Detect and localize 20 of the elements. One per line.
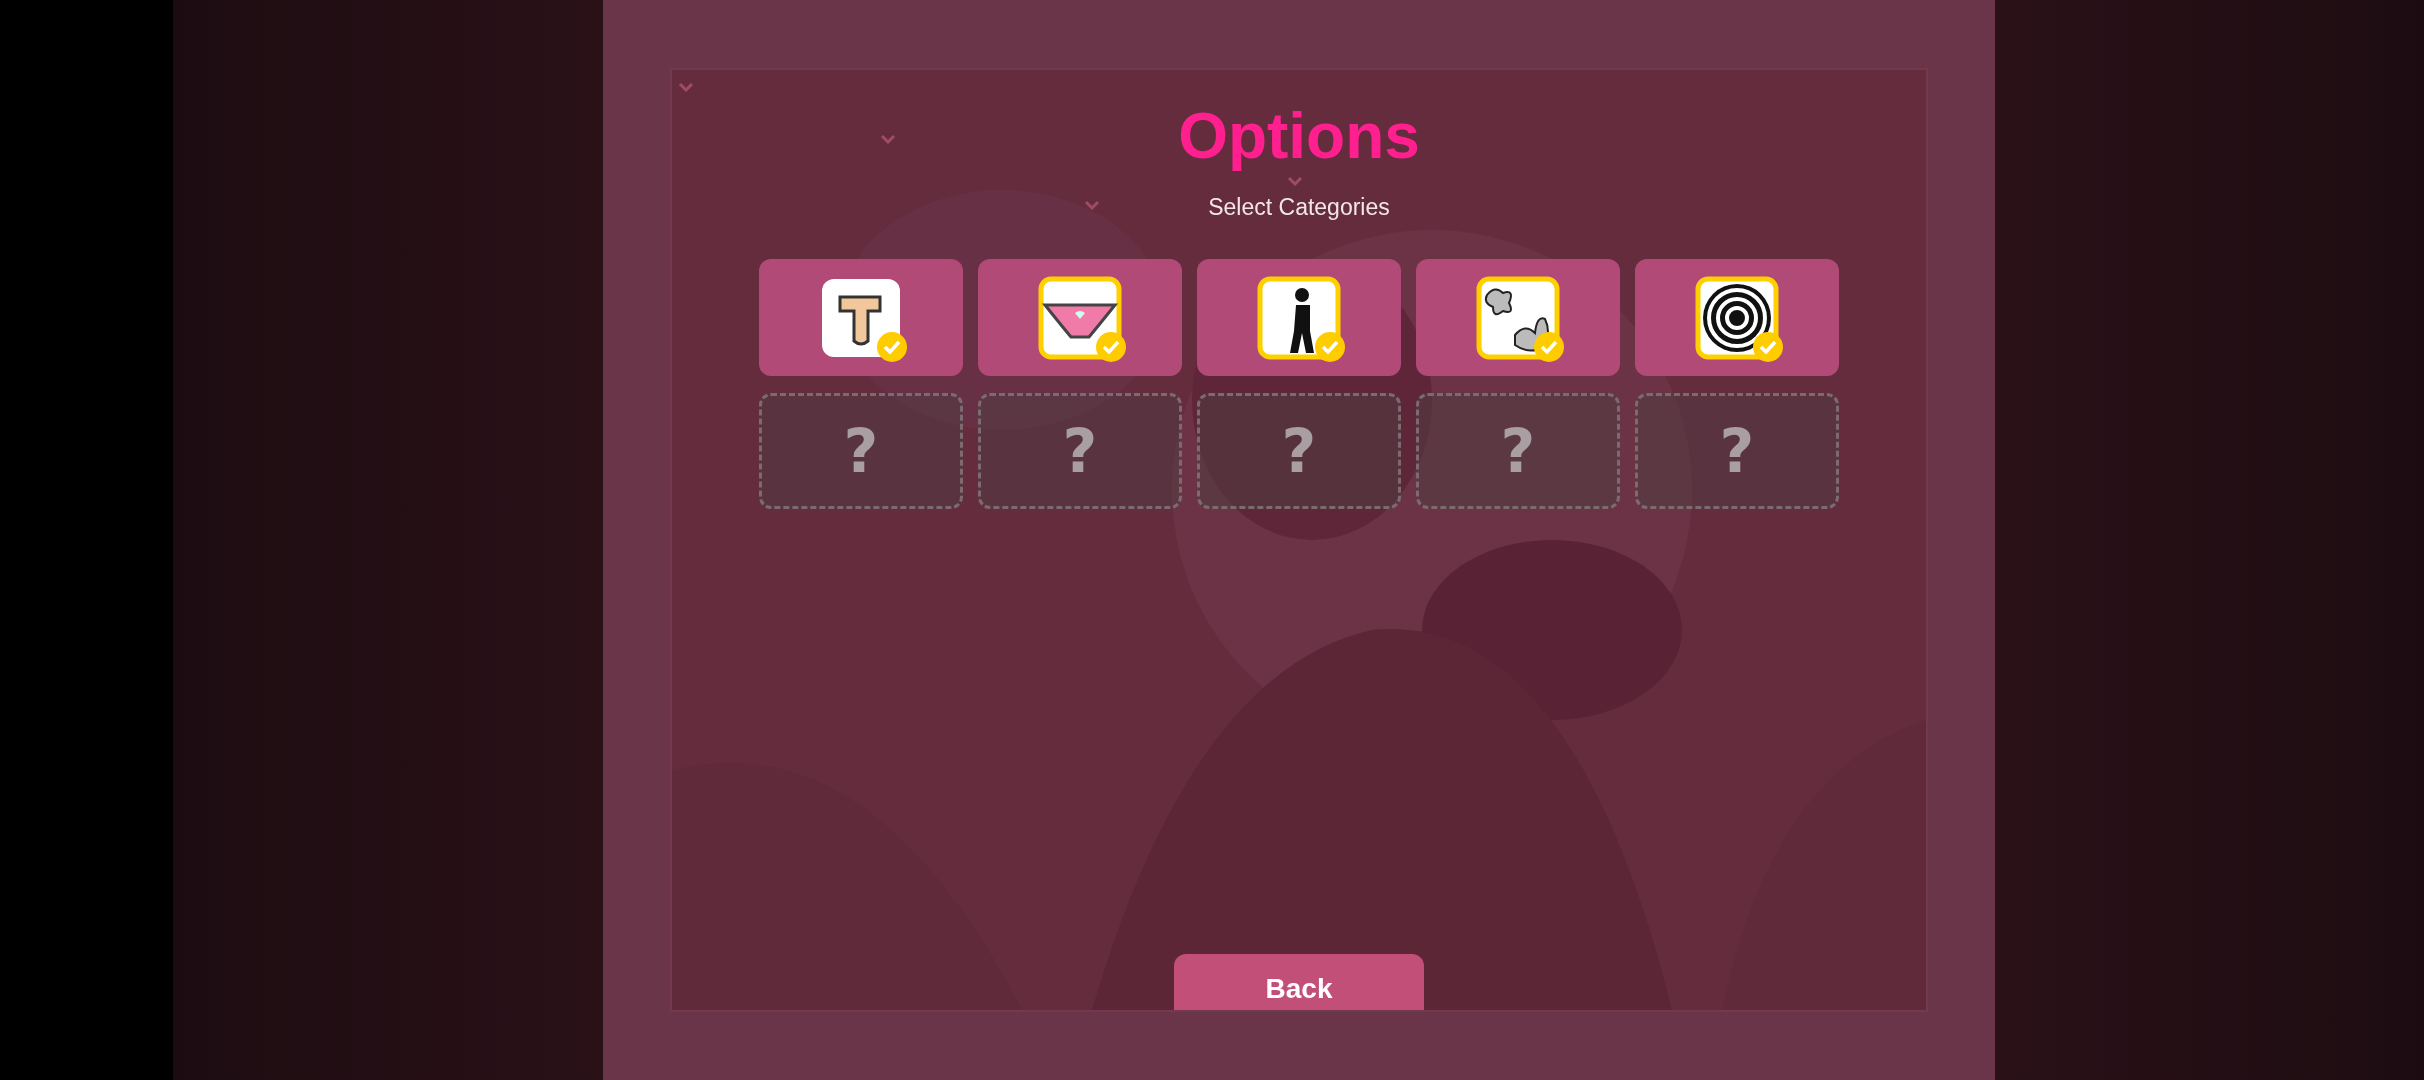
- subtitle: Select Categories: [1208, 194, 1390, 221]
- chevron-icon: [1084, 200, 1100, 210]
- underwear-icon: [1037, 274, 1123, 361]
- category-tile[interactable]: [759, 259, 963, 376]
- back-button[interactable]: Back: [1174, 954, 1424, 1010]
- category-tile[interactable]: [978, 259, 1182, 376]
- category-tile[interactable]: [1635, 259, 1839, 376]
- chevron-icon: [880, 134, 896, 144]
- locked-tile: ?: [1635, 393, 1839, 509]
- chevron-icon: [1287, 176, 1303, 186]
- locked-tile: ?: [1197, 393, 1401, 509]
- category-tile[interactable]: [1416, 259, 1620, 376]
- locked-tile: ?: [759, 393, 963, 509]
- category-tile[interactable]: [1197, 259, 1401, 376]
- blobs-icon: [1475, 274, 1561, 361]
- figure-icon: [1256, 274, 1342, 361]
- chevron-icon: [678, 82, 694, 92]
- spiral-icon: [1694, 274, 1780, 361]
- locked-tile: ?: [978, 393, 1182, 509]
- locked-tile: ?: [1416, 393, 1620, 509]
